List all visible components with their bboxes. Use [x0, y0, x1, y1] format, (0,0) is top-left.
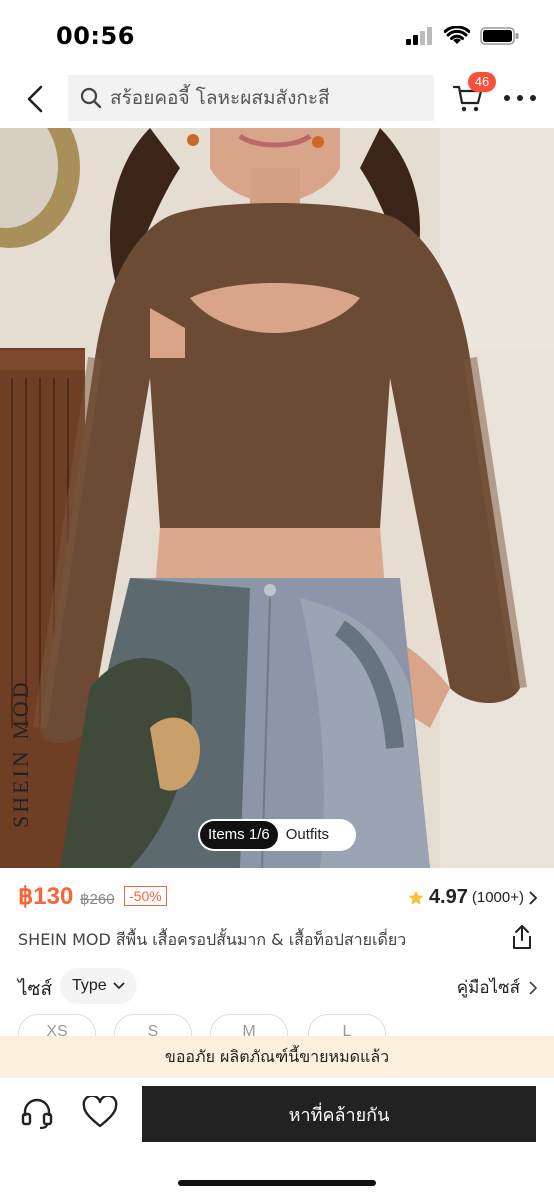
- search-icon: [80, 87, 102, 109]
- share-button[interactable]: [510, 924, 536, 952]
- current-price: ฿130: [18, 883, 74, 910]
- size-type-dropdown[interactable]: Type: [60, 968, 137, 1004]
- items-outfits-toggle[interactable]: Items 1/6 Outfits: [198, 819, 356, 851]
- battery-icon: [480, 27, 519, 45]
- size-option-l[interactable]: L: [308, 1014, 386, 1036]
- size-type-value: Type: [72, 977, 107, 994]
- wishlist-button[interactable]: [82, 1094, 122, 1136]
- signal-icon: [406, 27, 432, 45]
- size-row: ไซส์ Type คู่มือไซส์: [18, 968, 538, 1004]
- search-placeholder: สร้อยคอจี้ โลหะผสมสังกะสี: [110, 87, 330, 109]
- back-button[interactable]: [20, 82, 50, 116]
- bottom-action-bar: หาที่คล้ายกัน: [0, 1078, 554, 1158]
- tab-outfits[interactable]: Outfits: [278, 821, 337, 849]
- size-options: XS S M L: [18, 1014, 538, 1036]
- discount-badge: -50%: [124, 886, 167, 906]
- product-image-gallery[interactable]: SHEIN MOD Items 1/6 Outfits: [0, 128, 554, 868]
- product-title: SHEIN MOD สีพื้น เสื้อครอปสั้นมาก & เสื้…: [18, 930, 407, 949]
- size-option-xs[interactable]: XS: [18, 1014, 96, 1036]
- more-button[interactable]: [504, 86, 536, 110]
- size-guide-label: คู่มือไซส์: [456, 978, 520, 998]
- more-icon-dot: [530, 95, 536, 101]
- original-price: ฿260: [80, 891, 115, 908]
- size-guide-link[interactable]: คู่มือไซส์: [457, 974, 538, 1001]
- size-label: ไซส์: [18, 978, 53, 1000]
- review-count: (1000+): [471, 889, 524, 906]
- search-input[interactable]: สร้อยคอจี้ โลหะผสมสังกะสี: [68, 75, 434, 121]
- headset-icon: [21, 1098, 53, 1130]
- more-icon-dot: [504, 95, 510, 101]
- rating-summary[interactable]: 4.97 (1000+): [407, 886, 538, 909]
- share-icon: [513, 925, 531, 949]
- status-time: 00:56: [56, 22, 135, 50]
- status-bar: 00:56: [0, 0, 554, 70]
- top-nav: สร้อยคอจี้ โลหะผสมสังกะสี 46: [0, 70, 554, 128]
- cart-count-badge: 46: [468, 72, 496, 92]
- chevron-right-icon: [529, 980, 538, 995]
- chevron-right-icon: [529, 890, 538, 905]
- chevron-down-icon: [113, 982, 125, 990]
- wifi-icon: [444, 26, 470, 44]
- customer-support-button[interactable]: [20, 1096, 60, 1136]
- back-icon: [27, 85, 43, 113]
- size-option-m[interactable]: M: [210, 1014, 288, 1036]
- star-icon: [408, 890, 424, 905]
- brand-watermark: SHEIN MOD: [8, 679, 33, 828]
- heart-icon: [82, 1094, 118, 1128]
- product-photo: [0, 128, 554, 868]
- status-icons: [406, 26, 520, 46]
- more-icon-dot: [517, 95, 523, 101]
- rating-value: 4.97: [428, 886, 468, 908]
- find-similar-button[interactable]: หาที่คล้ายกัน: [142, 1086, 536, 1142]
- tab-items[interactable]: Items 1/6: [200, 821, 278, 849]
- home-indicator: [178, 1180, 376, 1186]
- size-option-s[interactable]: S: [114, 1014, 192, 1036]
- price-row: ฿130 ฿260 -50% 4.97 (1000+): [18, 880, 538, 916]
- soldout-notice: ขออภัย ผลิตภัณฑ์นี้ขายหมดแล้ว: [0, 1036, 554, 1078]
